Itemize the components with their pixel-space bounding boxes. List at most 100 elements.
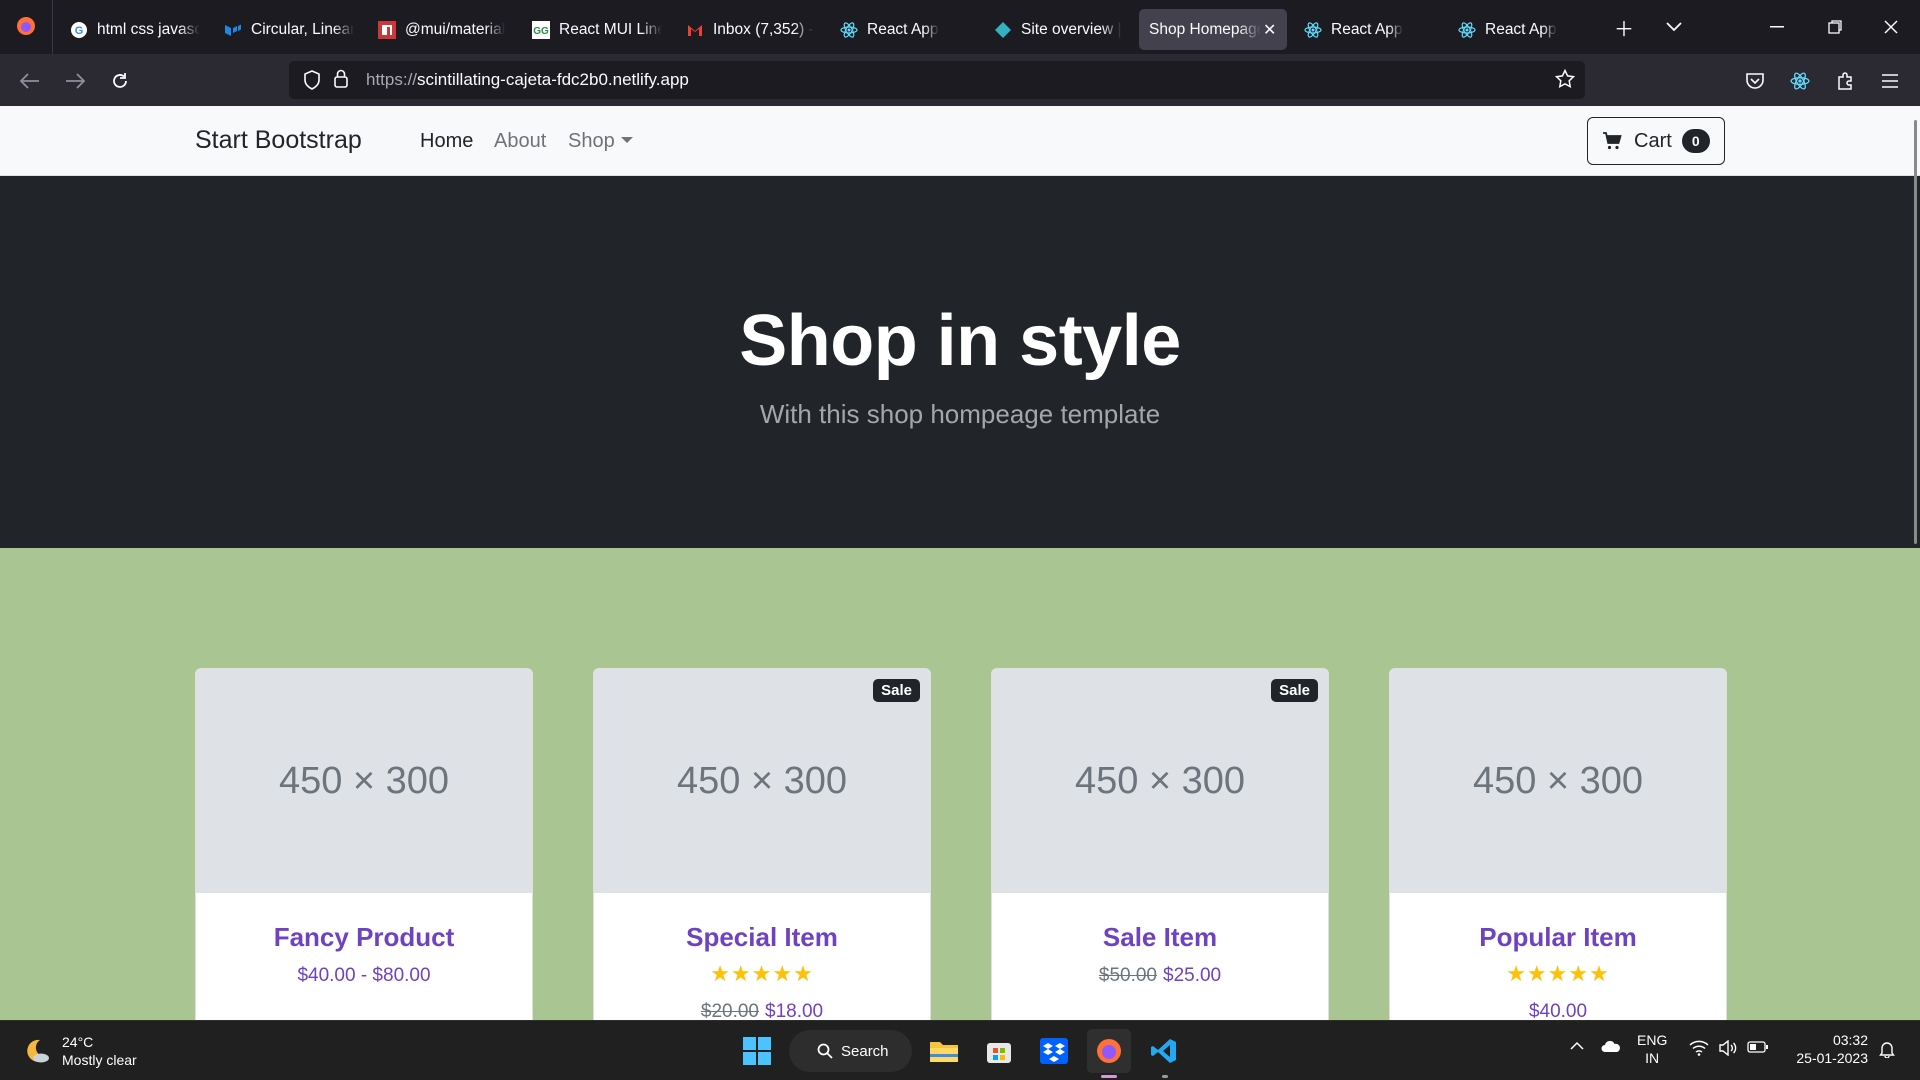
tab-gmail[interactable]: Inbox (7,352) -	[676, 9, 826, 50]
hero-section: Shop in style With this shop hompeage te…	[0, 176, 1920, 548]
tab-label: React App	[1331, 20, 1403, 38]
close-window-icon[interactable]	[1876, 12, 1906, 42]
product-image-placeholder: 450 × 300	[594, 669, 930, 893]
product-image-text: 450 × 300	[278, 759, 450, 802]
cart-count-badge: 0	[1681, 129, 1710, 153]
product-title: Special Item	[686, 922, 838, 952]
weather-desc: Mostly clear	[62, 1052, 137, 1068]
nav-shop-dropdown[interactable]: Shop	[568, 130, 633, 153]
new-tab-icon[interactable]: ＋	[1609, 12, 1639, 42]
restore-icon[interactable]	[1820, 12, 1850, 42]
geeks-icon: GG	[532, 20, 550, 39]
forward-icon[interactable]	[60, 66, 90, 96]
url-text[interactable]: https://scintillating-cajeta-fdc2b0.netl…	[366, 70, 689, 90]
search-label: Search	[841, 1042, 889, 1060]
hamburger-menu-icon[interactable]	[1875, 66, 1905, 96]
react-icon	[1458, 21, 1476, 39]
lang-code: ENG	[1637, 1032, 1668, 1048]
dropbox-icon[interactable]	[1032, 1029, 1076, 1073]
product-image-text: 450 × 300	[1472, 759, 1644, 802]
chevron-down-icon	[620, 137, 633, 143]
language-indicator[interactable]: ENG IN	[1637, 1031, 1667, 1067]
product-card: 450 × 300 Popular Item ★★★★★ $40.00	[1389, 668, 1727, 1020]
show-hidden-icons-icon[interactable]	[1570, 1041, 1584, 1050]
firefox-taskbar-icon[interactable]	[1087, 1029, 1131, 1073]
cart-icon	[1602, 131, 1622, 151]
old-price: $20.00	[700, 1001, 759, 1020]
file-explorer-icon[interactable]	[922, 1029, 966, 1073]
weather-widget[interactable]: 24°C Mostly clear	[22, 1033, 137, 1069]
nav-about[interactable]: About	[494, 130, 546, 153]
tab-react-mui[interactable]: GG React MUI Line	[522, 9, 672, 50]
firefox-menu-icon[interactable]	[14, 14, 38, 38]
minimize-icon[interactable]	[1762, 12, 1792, 42]
web-page: Start Bootstrap Home About Shop Cart 0 S…	[0, 106, 1920, 1020]
product-image-placeholder: 450 × 300	[992, 669, 1328, 893]
tab-shop-homepage[interactable]: Shop Homepage ✕	[1139, 9, 1287, 50]
shield-icon[interactable]	[303, 70, 321, 90]
svg-text:G: G	[75, 25, 84, 37]
vscode-running-indicator	[1162, 1075, 1168, 1078]
product-price: $50.00 $25.00	[992, 965, 1328, 987]
tab-circular[interactable]: Circular, Linear	[214, 9, 364, 50]
tab-bar: G html css javascript Circular, Linear @…	[0, 0, 1920, 54]
product-title: Sale Item	[1102, 922, 1218, 952]
netlify-icon	[994, 21, 1012, 39]
close-tab-icon[interactable]: ✕	[1263, 20, 1276, 40]
site-navbar: Start Bootstrap Home About Shop Cart 0	[0, 106, 1920, 176]
product-card: 450 × 300 Sale Sale Item $50.00 $25.00	[991, 668, 1329, 1020]
tab-html-css[interactable]: G html css javascript	[60, 9, 210, 50]
battery-icon[interactable]	[1747, 1041, 1769, 1053]
volume-icon[interactable]	[1718, 1040, 1738, 1056]
tab-label: Site overview |	[1021, 20, 1122, 38]
tab-react-app-3[interactable]: React App	[1448, 9, 1598, 50]
product-image-placeholder: 450 × 300	[1390, 669, 1726, 893]
page-scrollbar[interactable]	[1914, 120, 1917, 544]
list-tabs-icon[interactable]	[1659, 12, 1689, 42]
back-icon[interactable]	[15, 66, 45, 96]
product-card: 450 × 300 Sale Special Item ★★★★★ $20.00…	[593, 668, 931, 1020]
pocket-icon[interactable]	[1740, 66, 1770, 96]
tab-label: html css javascript	[97, 20, 200, 38]
url-host: scintillating-cajeta-fdc2b0.netlify.app	[417, 70, 689, 89]
microsoft-store-icon[interactable]	[977, 1029, 1021, 1073]
taskbar-search[interactable]: Search	[789, 1030, 912, 1072]
nav-home[interactable]: Home	[420, 130, 473, 153]
extensions-icon[interactable]	[1830, 66, 1860, 96]
url-bar[interactable]: https://scintillating-cajeta-fdc2b0.netl…	[289, 61, 1585, 99]
old-price: $50.00	[1098, 965, 1157, 986]
tab-react-app-1[interactable]: React App	[830, 9, 980, 50]
star-rating: ★★★★★	[710, 961, 814, 986]
clock[interactable]: 03:32 25-01-2023	[1788, 1031, 1868, 1067]
npm-icon	[378, 20, 396, 39]
taskbar: 24°C Mostly clear Search ENG IN 03:32 25…	[0, 1020, 1920, 1080]
bookmark-star-icon[interactable]	[1555, 69, 1575, 89]
tab-npm[interactable]: @mui/material	[368, 9, 518, 50]
cart-button[interactable]: Cart 0	[1587, 117, 1725, 165]
star-rating: ★★★★★	[1506, 961, 1610, 986]
product-image-text: 450 × 300	[676, 759, 848, 802]
sale-badge: Sale	[873, 679, 920, 702]
site-brand[interactable]: Start Bootstrap	[195, 126, 362, 155]
tab-react-app-2[interactable]: React App	[1294, 9, 1444, 50]
onedrive-icon[interactable]	[1601, 1041, 1621, 1053]
sale-price: $18.00	[765, 1001, 824, 1020]
tab-label: @mui/material	[405, 20, 506, 38]
tab-label: React App	[1485, 20, 1557, 38]
product-image-placeholder: 450 × 300	[196, 669, 532, 893]
svg-text:GG: GG	[533, 26, 549, 37]
tab-site-overview[interactable]: Site overview |	[984, 9, 1134, 50]
vscode-icon[interactable]	[1142, 1029, 1186, 1073]
tab-label: React App	[867, 20, 939, 38]
notifications-icon[interactable]	[1878, 1040, 1896, 1058]
reload-icon[interactable]	[105, 66, 135, 96]
react-icon	[840, 21, 858, 39]
react-devtools-icon[interactable]	[1785, 66, 1815, 96]
start-windows-icon[interactable]	[735, 1029, 779, 1073]
product-image-text: 450 × 300	[1074, 759, 1246, 802]
gmail-icon	[686, 21, 704, 39]
lock-icon[interactable]	[333, 69, 349, 89]
hero-subtitle: With this shop hompeage template	[759, 399, 1161, 429]
tab-label: Circular, Linear	[251, 20, 354, 38]
wifi-icon[interactable]	[1689, 1040, 1709, 1056]
